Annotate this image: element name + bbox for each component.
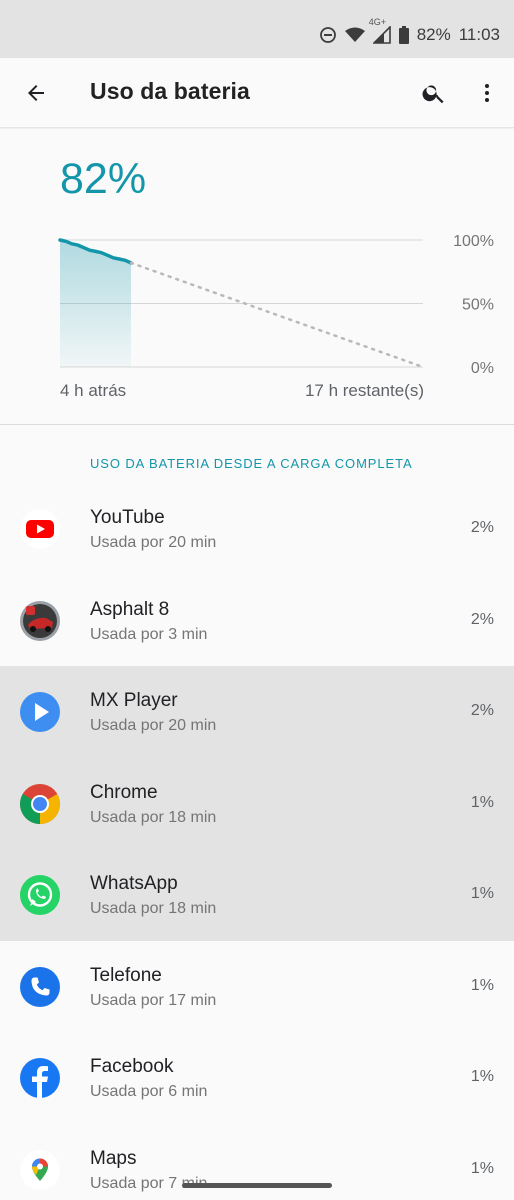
back-button[interactable] — [18, 75, 54, 111]
app-battery-percent: 2% — [470, 610, 494, 628]
app-battery-percent: 2% — [470, 519, 494, 536]
app-row-whatsapp[interactable]: WhatsApp Usada por 18 min 1% — [0, 849, 514, 941]
chart-y-tick-label: 0% — [471, 360, 494, 377]
app-name: WhatsApp — [90, 873, 178, 894]
facebook-icon — [20, 1058, 60, 1098]
app-battery-percent: 1% — [470, 885, 494, 902]
status-bar: 4G+ 82% 11:03 — [0, 0, 514, 58]
app-row-chrome[interactable]: Chrome Usada por 18 min 1% — [0, 757, 514, 849]
app-row-youtube[interactable]: YouTube Usada por 20 min 2% — [0, 483, 514, 575]
whatsapp-icon — [20, 875, 60, 915]
section-header: USO DA BATERIA DESDE A CARGA COMPLETA — [90, 456, 413, 471]
more-options-button[interactable] — [470, 75, 504, 111]
app-name: Telefone — [90, 964, 162, 986]
app-row-maps[interactable]: Maps Usada por 7 min 1% — [0, 1124, 514, 1200]
app-row-telefone[interactable]: Telefone Usada por 17 min 1% — [0, 941, 514, 1033]
maps-icon — [20, 1149, 60, 1190]
more-vert-icon — [485, 84, 489, 102]
app-usage-time: Usada por 18 min — [90, 900, 217, 917]
mx-player-icon — [20, 692, 60, 732]
chart-y-tick-label: 50% — [462, 297, 494, 314]
app-battery-percent: 1% — [470, 793, 494, 811]
app-usage-list: YouTube Usada por 20 min 2% Asphalt 8 Us… — [0, 483, 514, 1200]
battery-level-percent: 82% — [60, 155, 147, 203]
chrome-icon — [20, 783, 60, 824]
app-name: Facebook — [90, 1056, 174, 1077]
battery-history-chart: 100% 50% 0% — [58, 233, 494, 377]
app-usage-time: Usada por 18 min — [90, 808, 217, 826]
app-battery-percent: 1% — [470, 976, 494, 994]
app-name: Asphalt 8 — [90, 598, 170, 620]
status-battery-percent: 82% — [416, 25, 451, 44]
chart-projection-line — [129, 261, 425, 369]
app-name: Chrome — [90, 781, 158, 803]
search-icon — [422, 85, 444, 104]
app-row-facebook[interactable]: Facebook Usada por 6 min 1% — [0, 1032, 514, 1124]
signal-icon: 4G+ — [369, 17, 391, 44]
app-usage-time: Usada por 20 min — [90, 717, 217, 734]
youtube-icon — [20, 509, 60, 549]
app-bar: Uso da bateria — [0, 58, 514, 128]
app-name: YouTube — [90, 507, 165, 528]
do-not-disturb-icon — [319, 26, 337, 44]
app-usage-time: Usada por 17 min — [90, 991, 217, 1009]
page-title: Uso da bateria — [90, 78, 250, 104]
app-usage-time: Usada por 3 min — [90, 625, 208, 643]
app-battery-percent: 1% — [470, 1068, 494, 1085]
back-arrow-icon — [28, 85, 44, 101]
wifi-icon — [344, 27, 365, 43]
chart-time-ago-label: 4 h atrás — [60, 381, 127, 400]
app-name: Maps — [90, 1147, 137, 1169]
search-button[interactable] — [416, 75, 452, 111]
app-row-asphalt[interactable]: Asphalt 8 Usada por 3 min 2% — [0, 575, 514, 667]
asphalt-icon — [20, 600, 60, 641]
app-usage-time: Usada por 20 min — [90, 534, 217, 551]
network-type-label: 4G+ — [368, 17, 386, 27]
chart-time-remaining-label: 17 h restante(s) — [304, 381, 424, 400]
app-name: MX Player — [90, 690, 178, 711]
battery-summary: 82% 100% 50% 0% 4 h atrás 17 h restante(s) — [0, 129, 514, 425]
phone-icon — [20, 966, 60, 1007]
gesture-navigation-bar[interactable] — [182, 1183, 332, 1188]
app-battery-percent: 1% — [470, 1159, 494, 1177]
app-row-mx-player[interactable]: MX Player Usada por 20 min 2% — [0, 666, 514, 758]
section-divider — [0, 424, 514, 425]
chart-y-tick-label: 100% — [453, 233, 494, 250]
status-icons: 4G+ 82% 11:03 — [319, 17, 500, 48]
status-time: 11:03 — [458, 25, 500, 44]
app-usage-time: Usada por 6 min — [90, 1083, 208, 1100]
app-battery-percent: 2% — [470, 702, 494, 719]
battery-icon — [398, 26, 409, 44]
